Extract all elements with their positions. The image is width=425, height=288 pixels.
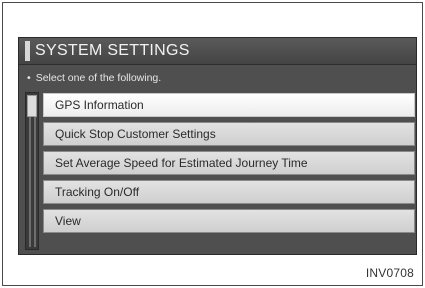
instruction-label: Select one of the following. <box>35 72 162 84</box>
bullet-icon: • <box>27 72 31 84</box>
menu-item-quick-stop-customer-settings[interactable]: Quick Stop Customer Settings <box>43 122 415 146</box>
scroll-track-line <box>29 95 31 247</box>
page-title: SYSTEM SETTINGS <box>35 42 190 59</box>
system-settings-screen: SYSTEM SETTINGS • Select one of the follo… <box>18 37 417 255</box>
scrollbar[interactable] <box>25 92 39 250</box>
figure-caption: INV0708 <box>365 266 414 280</box>
settings-menu: GPS Information Quick Stop Customer Sett… <box>43 93 415 238</box>
scroll-track-line <box>34 95 36 247</box>
menu-item-gps-information[interactable]: GPS Information <box>43 93 415 117</box>
title-bar: SYSTEM SETTINGS <box>19 38 416 65</box>
title-accent <box>25 41 30 61</box>
instruction-text: • Select one of the following. <box>27 71 161 85</box>
figure-frame: SYSTEM SETTINGS • Select one of the follo… <box>2 2 423 286</box>
menu-item-view[interactable]: View <box>43 209 415 233</box>
menu-item-tracking-on-off[interactable]: Tracking On/Off <box>43 180 415 204</box>
menu-item-set-average-speed[interactable]: Set Average Speed for Estimated Journey … <box>43 151 415 175</box>
scroll-thumb[interactable] <box>27 95 37 117</box>
